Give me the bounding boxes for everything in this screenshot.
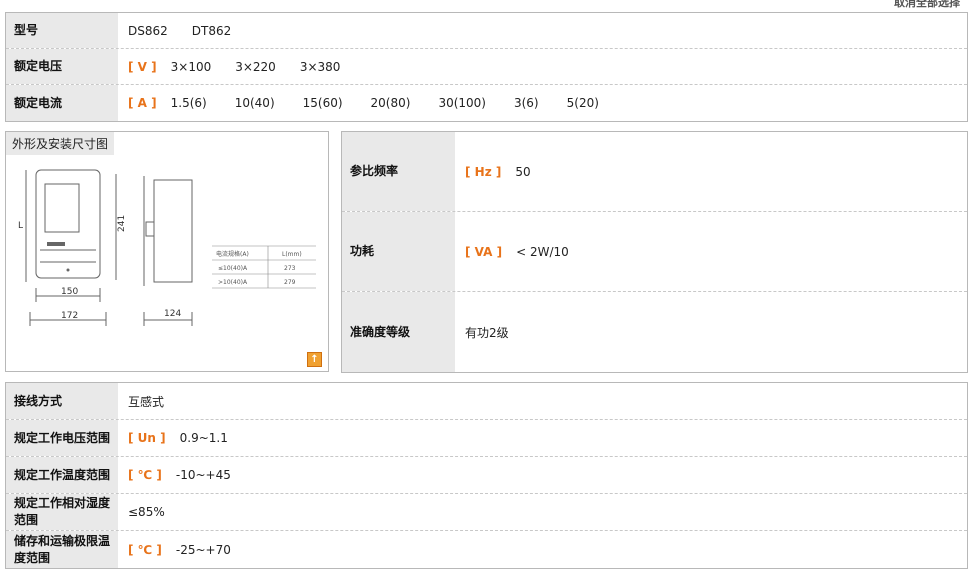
- row-accuracy: 准确度等级 有功2级: [342, 292, 967, 372]
- value-voltage: [ V ] 3×100 3×220 3×380: [118, 60, 967, 74]
- label-work-temp: 规定工作温度范围: [6, 457, 118, 493]
- label-frequency: 参比频率: [342, 132, 455, 211]
- spec-table-top: 型号 DS862 DT862 额定电压 [ V ] 3×100 3×220 3×…: [5, 12, 968, 122]
- label-wiring: 接线方式: [6, 383, 118, 419]
- voltage-value: 3×100: [170, 59, 212, 74]
- work-temp-value: -10~+45: [175, 468, 231, 482]
- current-value: 1.5(6): [170, 96, 207, 110]
- dim-label-241: 241: [117, 215, 127, 232]
- unit-frequency: [ Hz ]: [465, 164, 502, 179]
- value-power: [ VA ] < 2W/10: [455, 245, 967, 259]
- value-model: DS862 DT862: [118, 24, 967, 38]
- humidity-value: ≤85%: [128, 505, 165, 519]
- spec-table-cell: >10(40)A: [218, 279, 248, 286]
- frequency-value: 50: [515, 164, 531, 179]
- row-power: 功耗 [ VA ] < 2W/10: [342, 212, 967, 292]
- label-storage-temp: 储存和运输极限温度范围: [6, 531, 118, 568]
- current-value: 3(6): [513, 96, 539, 110]
- unit-current: [ A ]: [128, 96, 157, 110]
- spec-table-header: L(mm): [282, 251, 302, 258]
- value-work-temp: [ ℃ ] -10~+45: [118, 468, 967, 482]
- row-model: 型号 DS862 DT862: [6, 13, 967, 49]
- dim-label-150: 150: [61, 287, 78, 297]
- row-work-voltage: 规定工作电压范围 [ Un ] 0.9~1.1: [6, 420, 967, 457]
- unit-power: [ VA ]: [465, 244, 503, 259]
- model-value: DT862: [191, 23, 232, 38]
- label-work-voltage: 规定工作电压范围: [6, 420, 118, 456]
- outline-title: 外形及安装尺寸图: [6, 132, 115, 155]
- label-model: 型号: [6, 13, 118, 48]
- wiring-value: 互感式: [128, 394, 165, 409]
- unit-storage-temp: [ ℃ ]: [128, 542, 162, 557]
- label-current: 额定电流: [6, 85, 118, 121]
- spec-table-cell: ≤10(40)A: [218, 265, 248, 272]
- label-humidity: 规定工作相对湿度范围: [6, 494, 118, 530]
- unit-work-temp: [ ℃ ]: [128, 468, 162, 482]
- spec-table-bottom: 接线方式 互感式 规定工作电压范围 [ Un ] 0.9~1.1 规定工作温度范…: [5, 382, 968, 569]
- unit-voltage: [ V ]: [128, 59, 157, 74]
- spec-table-cell: 273: [284, 265, 296, 272]
- value-storage-temp: [ ℃ ] -25~+70: [118, 543, 967, 557]
- value-wiring: 互感式: [118, 393, 967, 410]
- accuracy-value: 有功2级: [465, 325, 509, 340]
- current-value: 30(100): [438, 96, 486, 110]
- model-value: DS862: [128, 23, 168, 38]
- row-current: 额定电流 [ A ] 1.5(6) 10(40) 15(60) 20(80) 3…: [6, 85, 967, 121]
- label-accuracy: 准确度等级: [342, 292, 455, 372]
- voltage-value: 3×380: [299, 59, 341, 74]
- value-frequency: [ Hz ] 50: [455, 165, 967, 179]
- enlarge-icon[interactable]: ↑: [307, 352, 322, 367]
- clear-all-link[interactable]: 取消全部选择: [894, 0, 960, 10]
- value-accuracy: 有功2级: [455, 324, 967, 341]
- value-work-voltage: [ Un ] 0.9~1.1: [118, 431, 967, 445]
- row-frequency: 参比频率 [ Hz ] 50: [342, 132, 967, 212]
- current-value: 10(40): [234, 96, 275, 110]
- outline-drawing-panel: 外形及安装尺寸图 L 241 150 172 124 电流规格(A) L(mm)…: [5, 131, 329, 372]
- value-humidity: ≤85%: [118, 505, 967, 519]
- label-power: 功耗: [342, 212, 455, 291]
- label-voltage: 额定电压: [6, 49, 118, 84]
- row-storage-temp: 储存和运输极限温度范围 [ ℃ ] -25~+70: [6, 531, 967, 568]
- spec-table-cell: 279: [284, 279, 296, 286]
- unit-work-voltage: [ Un ]: [128, 431, 166, 445]
- row-wiring: 接线方式 互感式: [6, 383, 967, 420]
- work-voltage-value: 0.9~1.1: [179, 431, 228, 445]
- power-value: < 2W/10: [516, 244, 569, 259]
- row-voltage: 额定电压 [ V ] 3×100 3×220 3×380: [6, 49, 967, 85]
- spec-table-header: 电流规格(A): [216, 250, 249, 258]
- dim-label-l: L: [18, 221, 23, 231]
- row-work-temp: 规定工作温度范围 [ ℃ ] -10~+45: [6, 457, 967, 494]
- current-value: 20(80): [370, 96, 411, 110]
- dimension-drawing: L 241 150 172 124 电流规格(A) L(mm) ≤10(40)A…: [18, 169, 316, 326]
- current-value: 15(60): [302, 96, 343, 110]
- voltage-value: 3×220: [235, 59, 276, 74]
- row-humidity: 规定工作相对湿度范围 ≤85%: [6, 494, 967, 531]
- value-current: [ A ] 1.5(6) 10(40) 15(60) 20(80) 30(100…: [118, 96, 967, 110]
- storage-temp-value: -25~+70: [175, 542, 231, 557]
- current-value: 5(20): [566, 96, 599, 110]
- spec-table-right: 参比频率 [ Hz ] 50 功耗 [ VA ] < 2W/10 准确度等级 有…: [341, 131, 968, 373]
- dim-label-172: 172: [61, 311, 78, 321]
- dim-label-124: 124: [164, 309, 181, 319]
